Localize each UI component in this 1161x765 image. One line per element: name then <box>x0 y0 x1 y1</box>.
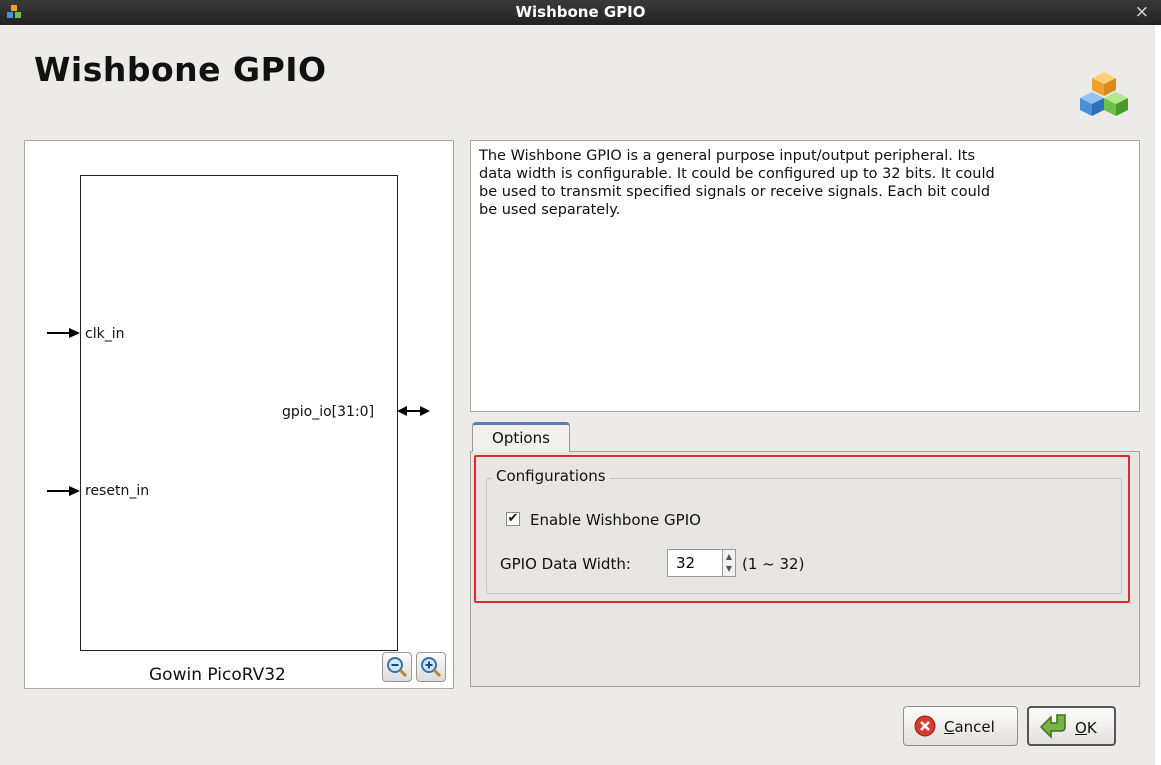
highlight-box <box>474 455 1130 603</box>
tab-options[interactable]: Options <box>472 422 570 452</box>
window-titlebar: Wishbone GPIO × <box>0 0 1161 25</box>
cancel-button[interactable]: Cancel <box>903 706 1018 746</box>
port-gpio-io: gpio_io[31:0] <box>282 404 375 420</box>
port-clk-in: clk_in <box>85 326 125 342</box>
zoom-out-button[interactable] <box>382 652 412 682</box>
zoom-in-button[interactable] <box>416 652 446 682</box>
ok-arrow-icon <box>1039 714 1066 739</box>
block-caption: Gowin PicoRV32 <box>149 665 286 685</box>
close-icon[interactable]: × <box>1135 2 1149 22</box>
diagram-panel: clk_in resetn_in gpio_io[31:0] Gowin Pic… <box>24 140 454 689</box>
description-text: The Wishbone GPIO is a general purpose i… <box>470 140 1140 412</box>
cancel-mnemonic: C <box>944 718 955 736</box>
cancel-label: ancel <box>954 718 995 736</box>
ok-mnemonic: O <box>1075 719 1087 737</box>
port-resetn-in: resetn_in <box>85 483 150 499</box>
clk-input-arrow-icon <box>47 328 80 338</box>
zoom-out-icon <box>387 657 408 678</box>
cubes-icon <box>1080 72 1128 116</box>
bidirectional-arrow-icon <box>397 406 430 416</box>
zoom-in-icon <box>421 657 442 678</box>
page-title: Wishbone GPIO <box>34 50 327 89</box>
reset-input-arrow-icon <box>47 486 80 496</box>
window-title: Wishbone GPIO <box>515 3 646 21</box>
cancel-icon <box>914 715 936 737</box>
ok-label: K <box>1086 719 1097 737</box>
ok-button[interactable]: OK <box>1027 706 1116 746</box>
